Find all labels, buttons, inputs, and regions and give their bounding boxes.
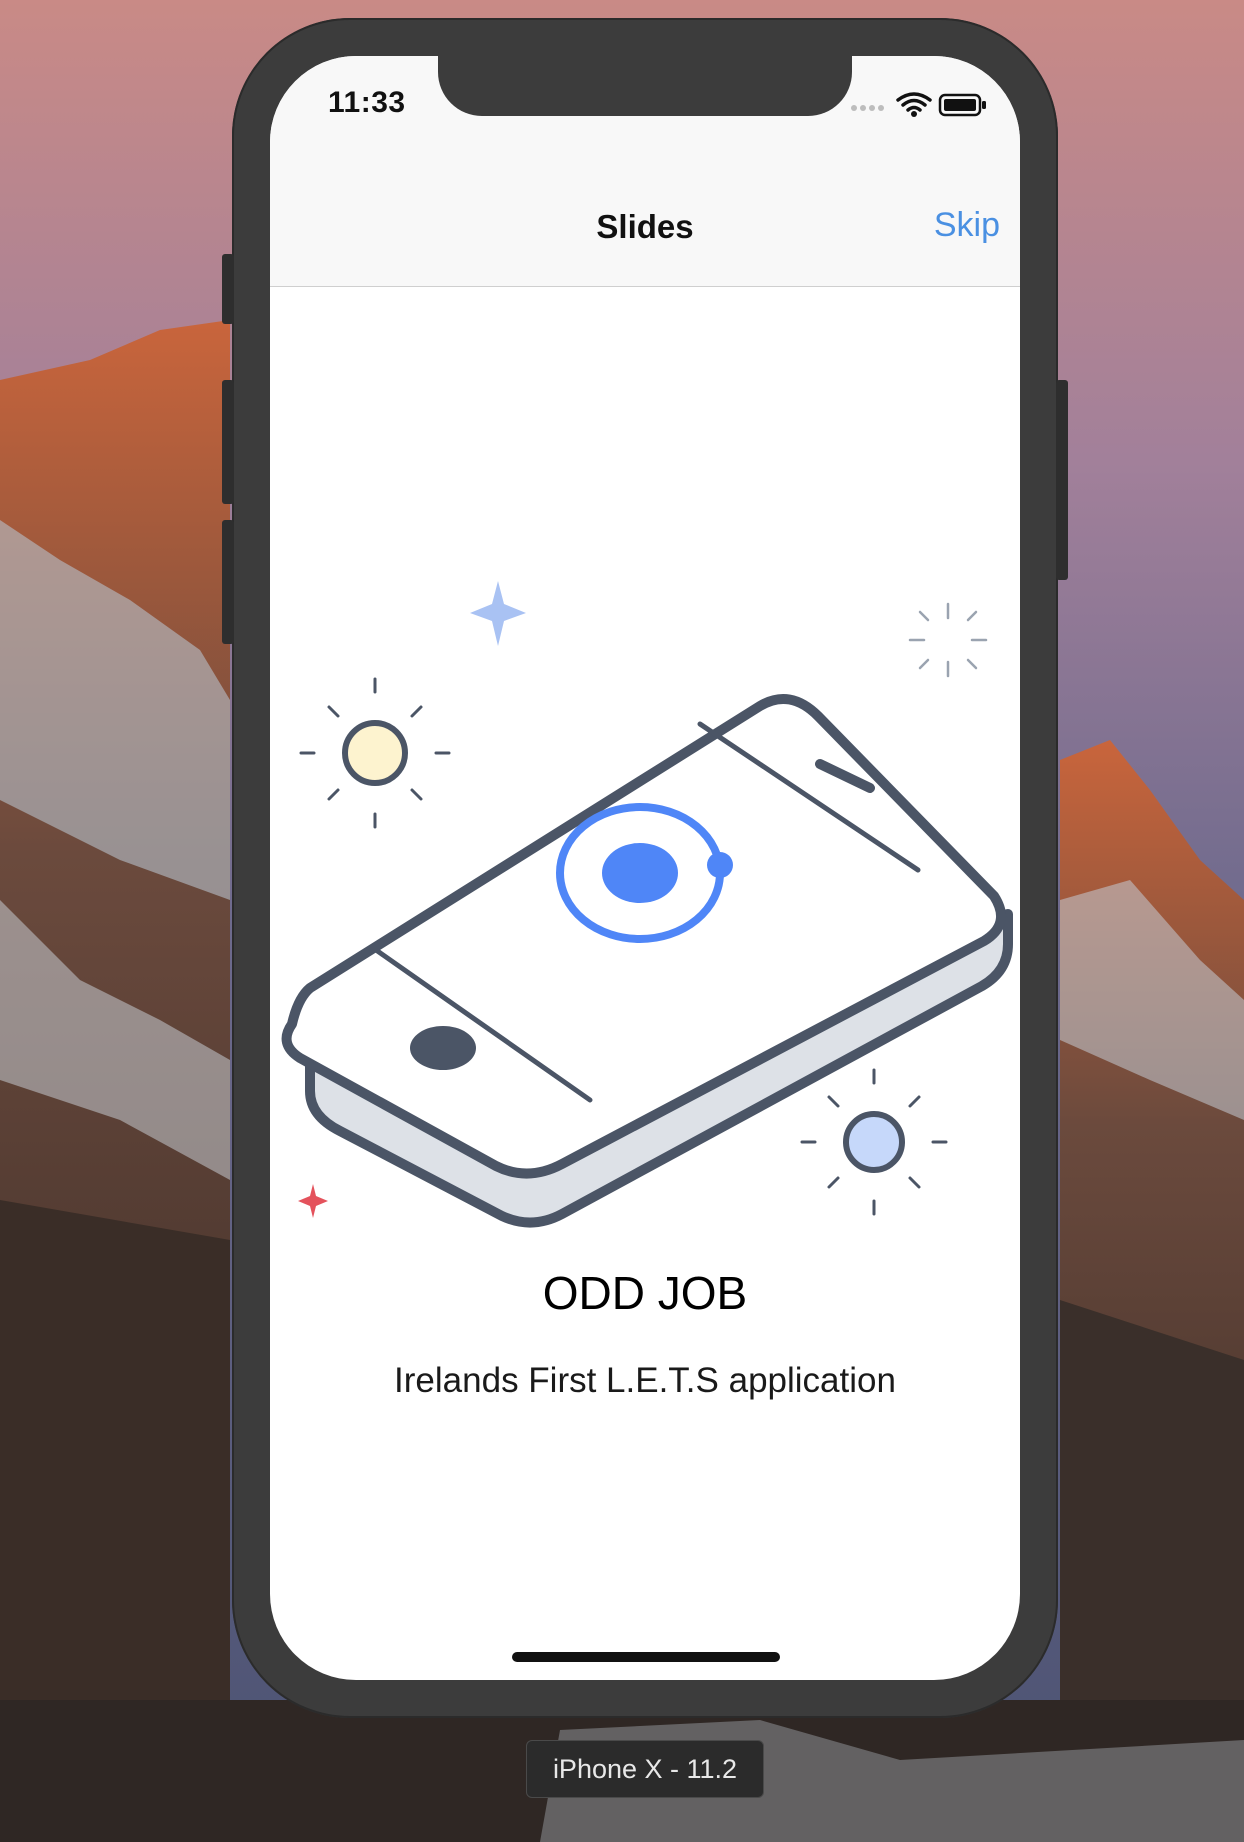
sparkle-blue-icon [470, 581, 526, 646]
burst-icon [908, 602, 988, 678]
wifi-dot [911, 111, 917, 117]
wifi-icon [896, 92, 932, 112]
skip-button[interactable]: Skip [934, 206, 1000, 245]
status-bar: 11:33 [270, 56, 1020, 176]
device-notch [438, 56, 852, 116]
volume-up-button [222, 380, 234, 504]
phone-home-button [410, 1026, 476, 1070]
status-icons [851, 92, 986, 117]
navigation-bar: Slides Skip [270, 176, 1020, 287]
mute-switch [222, 254, 234, 324]
volume-down-button [222, 520, 234, 644]
app-screen: 11:33 Slides Skip ODD JOB Irelands First… [270, 56, 1020, 1680]
simulator-device-label: iPhone X - 11.2 [526, 1740, 764, 1798]
power-button [1056, 380, 1068, 580]
sun-yellow-icon [299, 677, 451, 829]
nav-title: Slides [596, 208, 694, 245]
status-time: 11:33 [328, 86, 406, 119]
signal-dots-icon [851, 105, 884, 111]
battery-icon [938, 93, 986, 117]
sparkle-red-icon [298, 1184, 328, 1218]
sun-blue-icon [800, 1068, 948, 1216]
slide-description: Irelands First L.E.T.S application [394, 1361, 896, 1400]
home-indicator[interactable] [512, 1652, 780, 1662]
slide-title: ODD JOB [542, 1267, 748, 1319]
phone-illustration-icon [281, 581, 1013, 1228]
